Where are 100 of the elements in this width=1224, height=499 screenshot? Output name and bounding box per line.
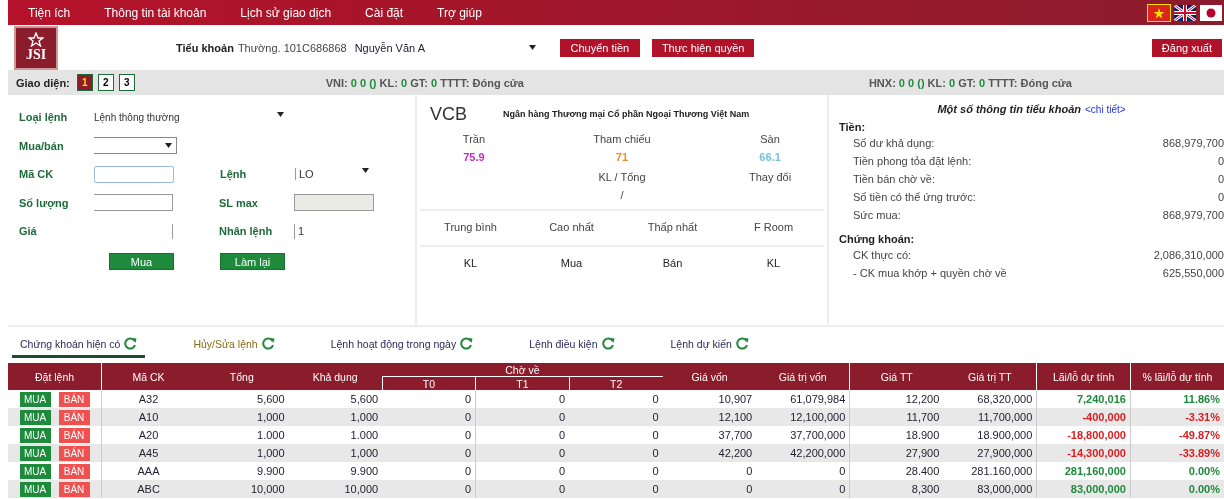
side-select[interactable]: [94, 137, 177, 155]
table-cell: 0: [475, 462, 570, 480]
table-cell: 37,700: [662, 426, 757, 444]
info-value: 868,979,700: [1162, 209, 1224, 223]
table-cell: AAA: [101, 462, 196, 480]
table-cell: 83,000,000: [1036, 480, 1131, 498]
column-header: Đặt lệnh: [8, 363, 102, 390]
menu-item[interactable]: Cài đặt: [365, 5, 404, 20]
buy-button[interactable]: MUA: [19, 391, 51, 407]
menu-item[interactable]: Tiện ích: [28, 5, 71, 20]
price-value: 66.1: [758, 151, 782, 163]
menu-item[interactable]: Trợ giúp: [437, 5, 482, 20]
info-value: 0: [1217, 191, 1224, 205]
details-link[interactable]: <chi tiết>: [1085, 104, 1126, 115]
column-label: KL: [765, 257, 782, 269]
table-cell: 0: [569, 444, 663, 462]
table-cell: 5,600: [195, 390, 289, 408]
index-summary: HNX: 0 0 () KL: 0 GT: 0 TTTT: Đóng cửa: [868, 76, 1072, 89]
logout-button[interactable]: Đăng xuất: [1151, 38, 1222, 57]
table-cell: 0: [475, 408, 570, 426]
tab[interactable]: Hủy/Sửa lệnh: [185, 337, 283, 358]
buy-button[interactable]: MUA: [19, 463, 51, 479]
column-header: Lãi/lỗ dự tính: [1036, 363, 1131, 390]
menu-item[interactable]: Lịch sử giao dịch: [240, 5, 332, 20]
buy-button[interactable]: MUA: [19, 481, 51, 497]
stat-label: Thấp nhất: [646, 221, 699, 233]
table-cell: 1.000: [195, 426, 289, 444]
table-cell: 0: [475, 390, 570, 408]
field-label: Số lượng: [19, 196, 70, 209]
sell-button[interactable]: BÁN: [58, 481, 90, 497]
info-value: 868,979,700: [1162, 137, 1224, 151]
table-cell: 10,000: [288, 480, 383, 498]
header-button[interactable]: Chuyển tiền: [559, 38, 640, 57]
tab[interactable]: Lệnh dự kiến: [662, 337, 757, 358]
layout-button[interactable]: 2: [97, 74, 114, 91]
table-cell: -14,300,000: [1036, 444, 1131, 462]
language-flag[interactable]: [1200, 4, 1222, 21]
table-cell: 0: [382, 408, 476, 426]
symbol-field[interactable]: [94, 165, 174, 183]
info-label: Sức mua:: [853, 209, 901, 223]
layout-button[interactable]: 1: [76, 74, 93, 91]
sell-button[interactable]: BÁN: [58, 409, 90, 425]
company-name: Ngân hàng Thương mại Cổ phần Ngoại Thương Việt Nam: [503, 109, 750, 119]
table-cell: 83,000,000: [943, 480, 1037, 498]
section-title: Chứng khoán:: [839, 233, 916, 245]
table-cell: 12,100: [662, 408, 757, 426]
stock-symbol: VCB: [430, 103, 467, 125]
info-value: 0: [1217, 155, 1224, 169]
table-cell: 9.900: [288, 462, 383, 480]
table-cell: 42,200: [662, 444, 757, 462]
tab[interactable]: Lệnh điều kiện: [521, 337, 623, 358]
table-cell: A45: [101, 444, 196, 462]
section-title: Tiền:: [839, 121, 867, 133]
table-cell: A20: [101, 426, 196, 444]
sell-button[interactable]: BÁN: [58, 391, 90, 407]
order-select[interactable]: LO: [295, 168, 369, 181]
stat-label: Trung bình: [443, 221, 498, 233]
sell-button[interactable]: BÁN: [58, 445, 90, 461]
field-label: SL max: [219, 196, 259, 209]
order-type-select[interactable]: Lệnh thông thường: [94, 111, 284, 123]
index-summary: VNI: 0 0 () KL: 0 GT: 0 TTTT: Đóng cửa: [325, 76, 524, 89]
caret-icon: [277, 111, 284, 117]
quantity-field[interactable]: [94, 194, 173, 212]
buy-button[interactable]: MUA: [19, 445, 51, 461]
account-select[interactable]: Thường. 101C686868 Nguyễn Văn A: [237, 41, 536, 54]
buy-button[interactable]: MUA: [19, 427, 51, 443]
info-label: Số tiền có thể ứng trước:: [853, 191, 976, 205]
table-cell: 0: [569, 462, 663, 480]
column-label: Mua: [559, 257, 584, 269]
table-cell: 12,200: [849, 390, 944, 408]
menu-item[interactable]: Thông tin tài khoản: [104, 5, 207, 20]
sell-button[interactable]: BÁN: [58, 463, 90, 479]
column-header: Giá trị vốn: [756, 363, 850, 390]
buy-button[interactable]: MUA: [19, 409, 51, 425]
tab[interactable]: Lệnh hoạt động trong ngày: [322, 337, 482, 358]
table-cell: 1.000: [288, 426, 383, 444]
panel-title: Một số thông tin tiểu khoản: [937, 103, 1081, 115]
table-cell: 11,700,000: [943, 408, 1037, 426]
column-header: Khả dụng: [288, 363, 383, 390]
layout-button[interactable]: 3: [118, 74, 135, 91]
column-header: % lãi/lỗ dự tính: [1130, 363, 1224, 390]
vietnam-flag-icon: [1148, 4, 1170, 21]
stat-label: F Room: [752, 221, 795, 233]
table-cell: 42,200,000: [756, 444, 850, 462]
form-button[interactable]: Mua: [109, 253, 174, 271]
account-label: Tiểu khoản: [176, 41, 234, 54]
language-flag[interactable]: [1174, 4, 1196, 21]
column-header: Giá TT: [849, 363, 944, 390]
tab[interactable]: Chứng khoán hiện có: [12, 337, 146, 358]
table-cell: 0: [382, 444, 476, 462]
price-label: Tham chiếu: [592, 133, 652, 145]
table-cell: A10: [101, 408, 196, 426]
table-cell: 27,900,000: [943, 444, 1037, 462]
refresh-icon: [124, 337, 138, 350]
info-value: 0: [1217, 173, 1224, 187]
table-cell: 0.00%: [1130, 480, 1224, 498]
header-button[interactable]: Thực hiện quyền: [651, 38, 755, 57]
sell-button[interactable]: BÁN: [58, 427, 90, 443]
price-label: Sàn: [759, 133, 781, 145]
form-button[interactable]: Làm lại: [220, 253, 285, 271]
